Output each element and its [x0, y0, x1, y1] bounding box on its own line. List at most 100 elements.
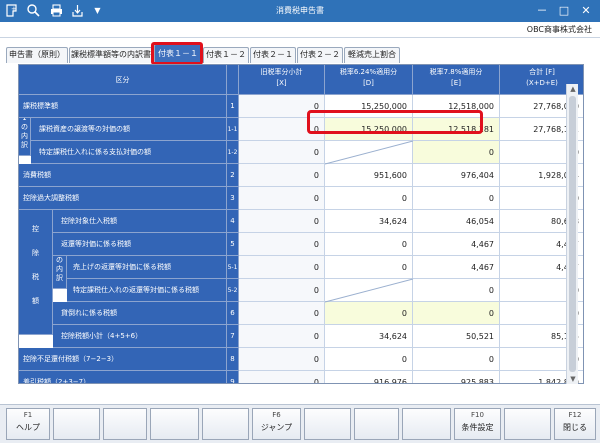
header-col-e-line1: 税率7.8%適用分 — [429, 68, 483, 76]
cell-d[interactable]: 34,624 — [325, 325, 413, 348]
close-icon[interactable]: ✕ — [576, 2, 596, 19]
cell-d[interactable]: 916,976 — [325, 371, 413, 383]
fkey-label: ヘルプ — [16, 423, 40, 432]
header-kubun: 区分 — [19, 65, 227, 95]
group-five-char: 内 — [56, 265, 63, 273]
group-kojo-char: 控 — [32, 225, 39, 233]
cell-d[interactable]: 0 — [325, 348, 413, 371]
row-number: 4 — [227, 210, 239, 233]
row-label: 控除税額小計（4+5+6） — [53, 325, 227, 348]
row-label: 返還等対価に係る税額 — [53, 233, 227, 256]
cell-d[interactable]: 34,624 — [325, 210, 413, 233]
fkey-button[interactable]: F12 閉じる — [554, 408, 596, 440]
group-uchiwake-char: の — [21, 123, 28, 131]
cell-d[interactable]: 0 — [325, 302, 413, 325]
fkey-button[interactable] — [202, 408, 249, 440]
fkey-label: 条件設定 — [461, 423, 494, 432]
cell-x[interactable]: 0 — [239, 233, 325, 256]
fkey-number: F6 — [272, 411, 281, 419]
fkey-button[interactable] — [354, 408, 399, 440]
title-bar: + ▼ 消費税申告書 － □ ✕ — [0, 0, 600, 22]
tab-fuhyo-1-2[interactable]: 付表１－２ — [203, 47, 249, 63]
group-kojo-char: 税 — [32, 273, 39, 281]
cell-x[interactable]: 0 — [239, 325, 325, 348]
fkey-button[interactable] — [304, 408, 351, 440]
cell-x[interactable]: 0 — [239, 302, 325, 325]
export-icon[interactable] — [70, 3, 85, 18]
row-label: 売上げの返還等対価に係る税額 — [67, 256, 227, 279]
svg-text:+: + — [11, 5, 17, 13]
new-icon[interactable]: + — [4, 3, 19, 18]
maximize-icon[interactable]: □ — [554, 2, 574, 19]
cell-x[interactable]: 0 — [239, 210, 325, 233]
print-icon[interactable] — [49, 3, 64, 18]
cell-e[interactable]: 0 — [413, 279, 500, 302]
row-label: 課税資産の譲渡等の対価の額 — [31, 118, 227, 141]
fkey-button[interactable] — [150, 408, 199, 440]
group-uchiwake-char: 訳 — [21, 141, 28, 149]
row-label-text: 貸倒れに係る税額 — [61, 309, 117, 317]
group-kojo-char: 除 — [32, 249, 39, 257]
row-label: 貸倒れに係る税額 — [53, 302, 227, 325]
cell-x[interactable]: 0 — [239, 141, 325, 164]
scroll-down-icon[interactable]: ▼ — [567, 374, 579, 384]
cell-d[interactable] — [325, 141, 413, 164]
cell-x[interactable]: 0 — [239, 256, 325, 279]
cell-d[interactable] — [325, 279, 413, 302]
cell-e[interactable]: 0 — [413, 302, 500, 325]
minimize-icon[interactable]: － — [532, 2, 552, 19]
cell-d[interactable]: 0 — [325, 187, 413, 210]
cell-x[interactable]: 0 — [239, 279, 325, 302]
row-label-text: 控除過大調整税額 — [23, 194, 79, 202]
row-number: 2 — [227, 164, 239, 187]
tab-keigen-uriage-wariai[interactable]: 軽減売上割合 — [344, 47, 400, 63]
fkey-button[interactable]: F10 条件設定 — [454, 408, 501, 440]
cell-e[interactable]: 4,467 — [413, 256, 500, 279]
tab-fuhyo-2-2[interactable]: 付表２－２ — [297, 47, 343, 63]
cell-d[interactable]: 951,600 — [325, 164, 413, 187]
cell-x[interactable]: 0 — [239, 371, 325, 383]
cell-e[interactable]: 0 — [413, 141, 500, 164]
cell-e[interactable]: 0 — [413, 348, 500, 371]
group-uchiwake-char: 内 — [21, 132, 28, 140]
header-col-d-line1: 税率6.24%適用分 — [339, 68, 398, 76]
row-number: 9 — [227, 371, 239, 383]
row-number: 3 — [227, 187, 239, 210]
cell-x[interactable]: 0 — [239, 187, 325, 210]
cell-d[interactable]: 0 — [325, 233, 413, 256]
cell-x[interactable]: 0 — [239, 348, 325, 371]
tab-shinkokusho[interactable]: 申告書（原則） — [6, 47, 68, 63]
row-number: 1 — [227, 95, 239, 118]
row-number: 7 — [227, 325, 239, 348]
row-label-text: 課税標準額 — [23, 102, 58, 110]
dropdown-arrow-icon[interactable]: ▼ — [90, 3, 105, 18]
row-label-text: 控除対象仕入税額 — [61, 217, 117, 225]
zoom-icon[interactable] — [26, 3, 41, 18]
cell-x[interactable]: 0 — [239, 164, 325, 187]
cell-e[interactable]: 925,883 — [413, 371, 500, 383]
fkey-button[interactable] — [402, 408, 451, 440]
tab-fuhyo-2-1[interactable]: 付表２－１ — [250, 47, 296, 63]
row-label-text: 返還等対価に係る税額 — [61, 240, 131, 248]
cell-e[interactable]: 976,404 — [413, 164, 500, 187]
cell-e[interactable]: 0 — [413, 187, 500, 210]
fkey-button[interactable]: F1 ヘルプ — [6, 408, 50, 440]
fkey-button[interactable]: F6 ジャンプ — [252, 408, 301, 440]
fkey-button[interactable] — [103, 408, 147, 440]
cell-e[interactable]: 50,521 — [413, 325, 500, 348]
cell-d[interactable]: 0 — [325, 256, 413, 279]
fkey-button[interactable] — [504, 408, 551, 440]
fkey-label: 閉じる — [563, 423, 587, 432]
header-col-x: 旧税率分小計 [X] — [239, 65, 325, 95]
fkey-button[interactable] — [53, 408, 100, 440]
scroll-up-icon[interactable]: ▲ — [567, 84, 579, 94]
vertical-scrollbar[interactable]: ▲ ▼ — [566, 84, 578, 384]
header-col-d: 税率6.24%適用分 [D] — [325, 65, 413, 95]
company-name: OBC商事株式会社 — [526, 25, 592, 34]
row-label: 特定課税仕入れに係る支払対価の額 — [31, 141, 227, 164]
header-col-f-line1: 合計 [F] — [529, 68, 555, 76]
tab-kazei-hyojun-uchiwake[interactable]: 課税標準額等の内訳書 — [69, 47, 153, 63]
cell-e[interactable]: 46,054 — [413, 210, 500, 233]
scroll-thumb[interactable] — [569, 96, 576, 372]
cell-e[interactable]: 4,467 — [413, 233, 500, 256]
